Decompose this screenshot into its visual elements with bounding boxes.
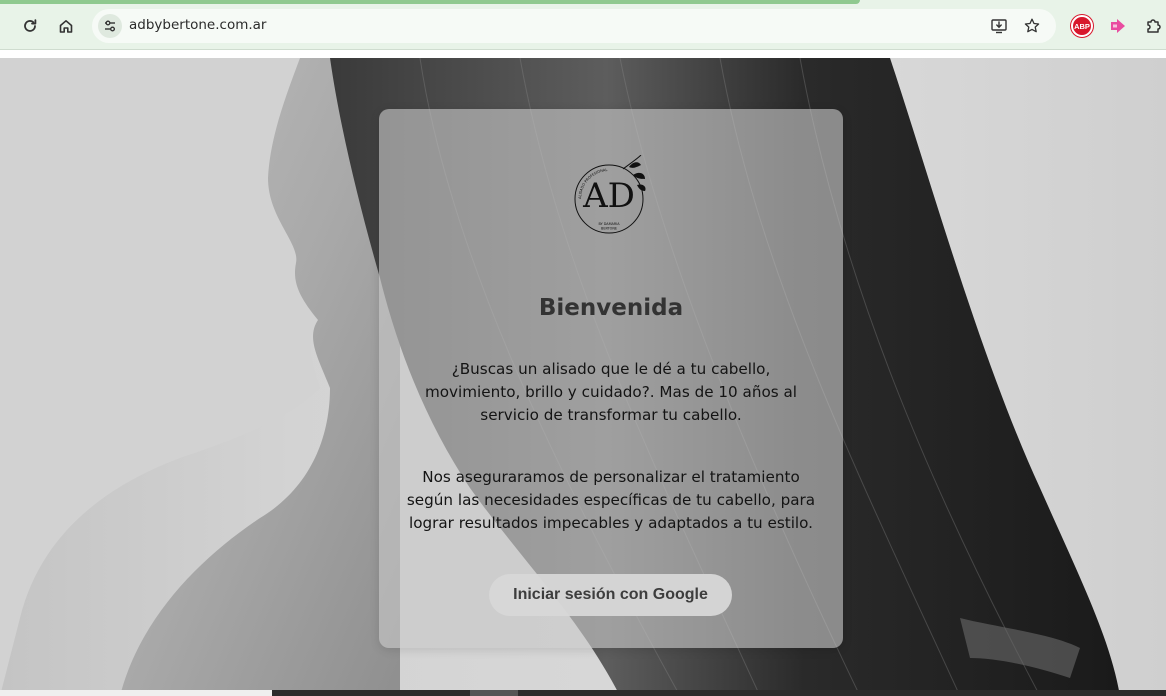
adblock-label: ABP xyxy=(1071,15,1093,37)
intro-paragraph: ¿Buscas un alisado que le dé a tu cabell… xyxy=(424,360,798,424)
home-icon[interactable] xyxy=(52,12,80,40)
puzzle-icon[interactable] xyxy=(1142,14,1166,38)
page-title: Bienvenida xyxy=(538,295,684,321)
description-paragraph: Nos aseguraramos de personalizar el trat… xyxy=(406,468,816,532)
star-icon[interactable] xyxy=(1022,16,1042,36)
logo-caption-line2: BERTONE xyxy=(601,227,617,231)
page-content: AD BY DAMARIA BERTONE ALISADO PROFESIONA… xyxy=(0,58,1166,696)
logo-monogram: AD xyxy=(582,176,635,216)
logo-caption-line1: BY DAMARIA xyxy=(598,222,620,226)
install-app-icon[interactable] xyxy=(989,16,1009,36)
tune-icon[interactable] xyxy=(98,14,122,38)
tab-strip-accent xyxy=(0,0,860,4)
pink-arrow-extension-icon[interactable] xyxy=(1106,14,1130,38)
google-login-button[interactable]: Iniciar sesión con Google xyxy=(489,574,732,616)
bottom-strip xyxy=(0,690,1166,696)
welcome-card: AD BY DAMARIA BERTONE ALISADO PROFESIONA… xyxy=(379,109,843,648)
adblock-plus-icon[interactable]: ABP xyxy=(1070,14,1094,38)
brand-logo: AD BY DAMARIA BERTONE ALISADO PROFESIONA… xyxy=(574,155,646,234)
address-bar[interactable]: adbybertone.com.ar xyxy=(92,9,1056,43)
reload-icon[interactable] xyxy=(16,12,44,40)
browser-toolbar: adbybertone.com.ar ABP xyxy=(0,0,1166,50)
url-text[interactable]: adbybertone.com.ar xyxy=(129,17,266,33)
